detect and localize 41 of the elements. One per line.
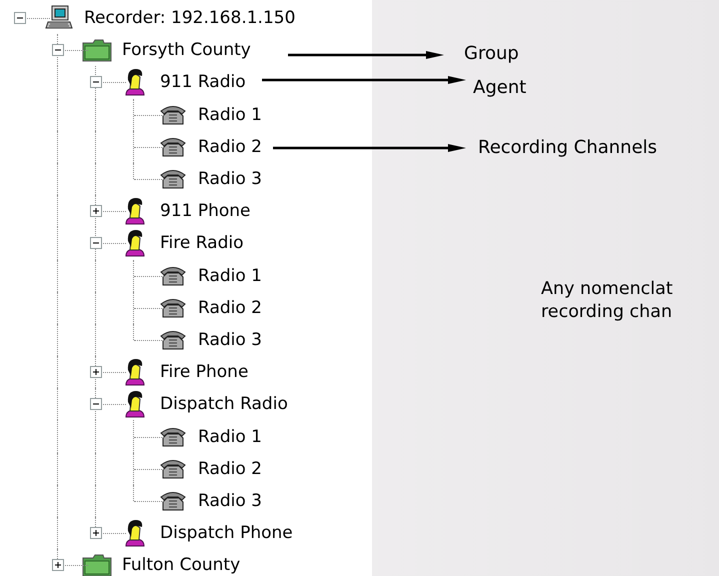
tree-item[interactable]: Dispatch Radio bbox=[160, 394, 288, 414]
person-icon bbox=[124, 197, 146, 226]
tree-item[interactable]: Radio 3 bbox=[198, 490, 262, 511]
expand-icon[interactable] bbox=[52, 559, 64, 572]
collapse-icon[interactable] bbox=[14, 12, 26, 24]
expand-icon[interactable] bbox=[90, 205, 102, 218]
computer-icon bbox=[45, 5, 73, 32]
person-icon bbox=[124, 519, 146, 548]
person-icon bbox=[124, 390, 146, 418]
person-icon bbox=[124, 358, 146, 386]
tree-item[interactable]: 911 Radio bbox=[160, 72, 246, 92]
collapse-icon[interactable] bbox=[90, 237, 102, 250]
tree-item[interactable]: Recorder: 192.168.1.150 bbox=[84, 8, 296, 28]
note-text: Any nomenclat bbox=[541, 278, 673, 301]
note-text: recording chan bbox=[541, 301, 672, 324]
tree-item[interactable]: Dispatch Phone bbox=[160, 523, 293, 544]
tree-item[interactable]: Radio 2 bbox=[198, 298, 262, 318]
annotation-label: Recording Channels bbox=[478, 137, 658, 159]
tree-item[interactable]: Radio 1 bbox=[198, 266, 262, 286]
tree-item[interactable]: Radio 2 bbox=[198, 458, 262, 479]
tree-item[interactable]: Radio 2 bbox=[198, 136, 262, 157]
tree-item[interactable]: Radio 3 bbox=[198, 330, 262, 350]
tree-item[interactable]: Fire Radio bbox=[160, 233, 244, 254]
tree-item[interactable]: 911 Phone bbox=[160, 201, 251, 222]
expand-icon[interactable] bbox=[90, 366, 102, 378]
collapse-icon[interactable] bbox=[90, 76, 102, 88]
collapse-icon[interactable] bbox=[52, 44, 64, 56]
annotation-label: Group bbox=[464, 43, 519, 65]
tree-item[interactable]: Fire Phone bbox=[160, 362, 248, 382]
person-icon bbox=[124, 229, 146, 258]
tree-item[interactable]: Radio 1 bbox=[198, 426, 262, 447]
tree-item[interactable]: Forsyth County bbox=[122, 40, 251, 60]
collapse-icon[interactable] bbox=[90, 398, 102, 410]
expand-icon[interactable] bbox=[90, 527, 102, 540]
tree-item[interactable]: Radio 3 bbox=[198, 169, 262, 190]
person-icon bbox=[124, 68, 146, 96]
tree-item[interactable]: Fulton County bbox=[122, 555, 240, 576]
folder-icon bbox=[82, 553, 112, 576]
tree-item[interactable]: Radio 1 bbox=[198, 104, 262, 125]
folder-icon bbox=[82, 38, 112, 62]
annotation-label: Agent bbox=[473, 77, 526, 99]
